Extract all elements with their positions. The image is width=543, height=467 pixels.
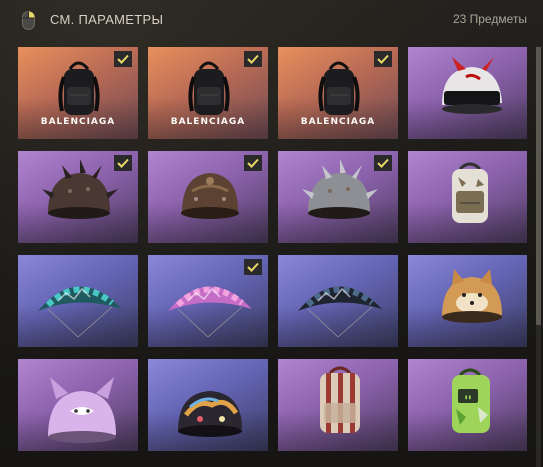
scrollbar-thumb[interactable] xyxy=(536,47,541,325)
item-card[interactable] xyxy=(148,151,268,243)
item-card[interactable]: BALENCIAGA xyxy=(148,47,268,139)
item-card[interactable] xyxy=(278,359,398,451)
item-count: 23 Предметы xyxy=(452,12,527,26)
brand-label: BALENCIAGA xyxy=(40,117,116,127)
checkmark-icon[interactable] xyxy=(374,155,392,171)
header: СМ. ПАРАМЕТРЫ 23 Предметы xyxy=(0,0,543,40)
checkmark-icon[interactable] xyxy=(244,259,262,275)
item-card[interactable]: BALENCIAGA xyxy=(278,47,398,139)
item-grid: BALENCIAGA BALENCIAGA BALENCIAGA ▮▮ xyxy=(18,47,527,467)
brand-label: BALENCIAGA xyxy=(170,117,246,127)
item-card[interactable] xyxy=(278,151,398,243)
checkmark-icon[interactable] xyxy=(244,155,262,171)
checkmark-icon[interactable] xyxy=(374,51,392,67)
item-card[interactable]: ▮▮ xyxy=(408,359,527,451)
item-card[interactable]: BALENCIAGA xyxy=(18,47,138,139)
item-card[interactable] xyxy=(278,255,398,347)
item-card[interactable] xyxy=(408,255,527,347)
item-card[interactable] xyxy=(408,47,527,139)
item-card[interactable] xyxy=(18,359,138,451)
mouse-icon xyxy=(22,11,35,30)
checkmark-icon[interactable] xyxy=(114,155,132,171)
item-card[interactable] xyxy=(18,255,138,347)
item-card[interactable] xyxy=(148,255,268,347)
header-title: СМ. ПАРАМЕТРЫ xyxy=(50,12,164,27)
item-card[interactable] xyxy=(148,359,268,451)
checkmark-icon[interactable] xyxy=(114,51,132,67)
brand-label: BALENCIAGA xyxy=(300,117,376,127)
item-card[interactable] xyxy=(408,151,527,243)
checkmark-icon[interactable] xyxy=(244,51,262,67)
item-card[interactable] xyxy=(18,151,138,243)
svg-text:▮▮: ▮▮ xyxy=(464,394,471,401)
